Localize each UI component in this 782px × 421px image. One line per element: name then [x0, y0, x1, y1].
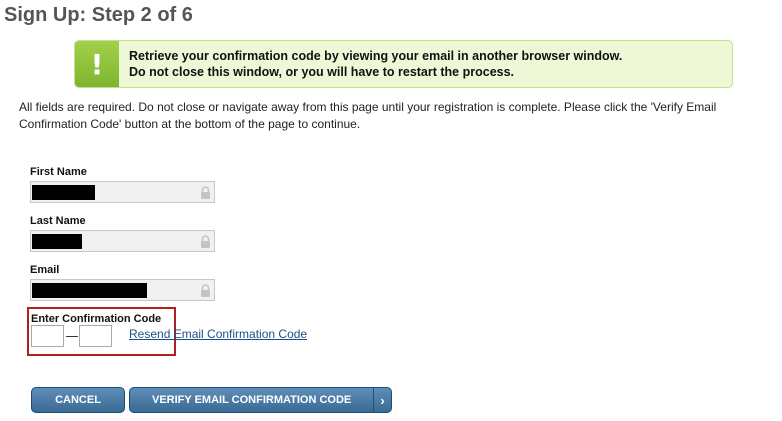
verify-code-button[interactable]: VERIFY EMAIL CONFIRMATION CODE ›: [129, 387, 392, 413]
intro-text: All fields are required. Do not close or…: [19, 100, 717, 131]
alert-message: Retrieve your confirmation code by viewi…: [119, 48, 622, 80]
lock-icon: [201, 235, 210, 248]
resend-code-link[interactable]: Resend Email Confirmation Code: [129, 327, 307, 341]
code-separator: [66, 336, 78, 337]
confirmation-code-label: Enter Confirmation Code: [31, 313, 162, 325]
last-name-input: [30, 230, 215, 252]
redacted-value: [32, 185, 95, 200]
email-input: [30, 279, 215, 301]
alert-line-1: Retrieve your confirmation code by viewi…: [129, 49, 623, 63]
first-name-input: [30, 181, 215, 203]
alert-line-2: Do not close this window, or you will ha…: [129, 65, 515, 79]
last-name-label: Last Name: [30, 215, 86, 227]
first-name-field: First Name: [30, 166, 215, 203]
exclamation-icon: !: [75, 41, 119, 87]
email-field: Email: [30, 264, 215, 301]
cancel-button-label: CANCEL: [55, 394, 101, 406]
cancel-button[interactable]: CANCEL: [31, 387, 125, 413]
confirmation-code-part-1[interactable]: [31, 325, 64, 347]
email-label: Email: [30, 264, 60, 276]
page-title: Sign Up: Step 2 of 6: [4, 4, 193, 26]
last-name-field: Last Name: [30, 215, 215, 252]
lock-icon: [201, 186, 210, 199]
redacted-value: [32, 283, 147, 298]
confirmation-code-part-2[interactable]: [79, 325, 112, 347]
chevron-right-icon: ›: [373, 388, 391, 412]
lock-icon: [201, 284, 210, 297]
first-name-label: First Name: [30, 166, 87, 178]
confirmation-alert: ! Retrieve your confirmation code by vie…: [74, 40, 733, 88]
verify-button-label: VERIFY EMAIL CONFIRMATION CODE: [152, 394, 352, 406]
redacted-value: [32, 234, 82, 249]
